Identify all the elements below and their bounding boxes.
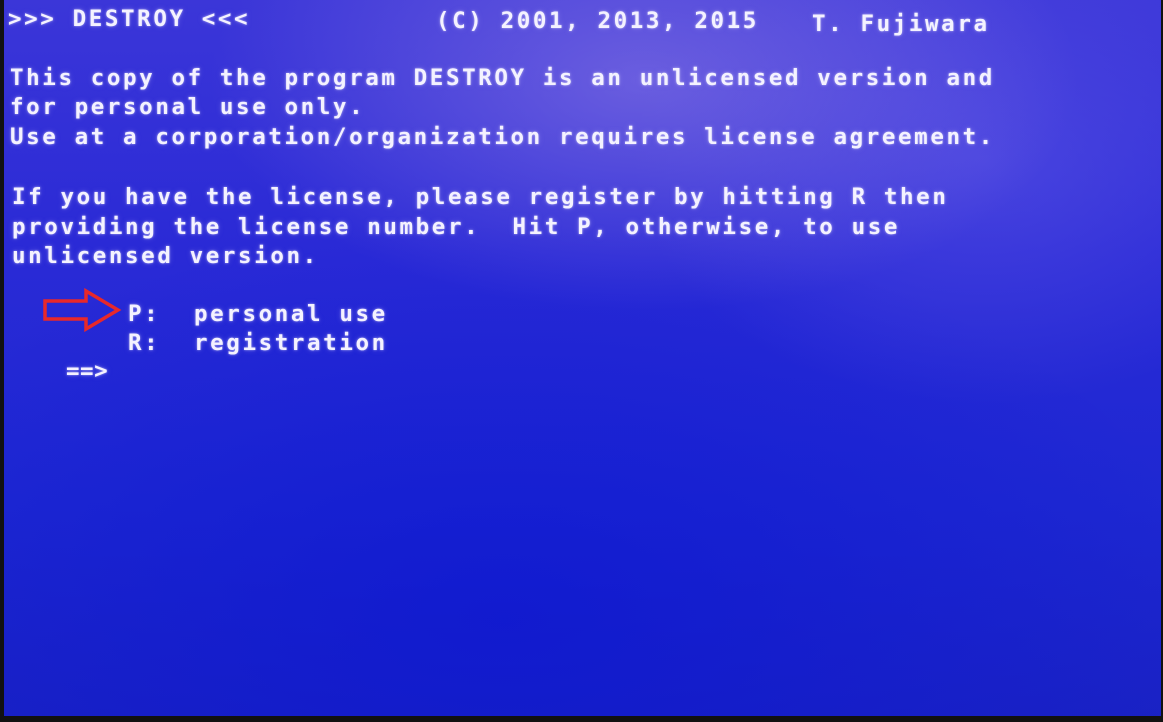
notice-line-1: This copy of the program DESTROY is an u…	[10, 65, 995, 91]
option-label-registration[interactable]: registration	[194, 328, 388, 358]
dos-terminal-screen: >>> DESTROY <<< (C) 2001, 2013, 2015 T. …	[4, 0, 1161, 716]
red-arrow-right-icon	[43, 288, 122, 332]
instruction-line-1: If you have the license, please register…	[12, 184, 949, 210]
command-prompt[interactable]: ==>	[66, 356, 108, 386]
option-label-personal-use[interactable]: personal use	[194, 299, 388, 329]
monitor-bezel: >>> DESTROY <<< (C) 2001, 2013, 2015 T. …	[0, 0, 1163, 722]
option-key-r[interactable]: R:	[128, 328, 160, 358]
instruction-line-3: unlicensed version.	[12, 243, 319, 269]
option-key-p[interactable]: P:	[128, 299, 160, 329]
notice-line-3: Use at a corporation/organization requir…	[10, 124, 995, 150]
author-name: T. Fujiwara	[812, 11, 990, 37]
program-title: >>> DESTROY <<<	[8, 6, 251, 32]
instruction-line-2: providing the license number. Hit P, oth…	[12, 214, 901, 240]
copyright-text: (C) 2001, 2013, 2015	[436, 8, 759, 34]
notice-line-2: for personal use only.	[10, 94, 366, 120]
